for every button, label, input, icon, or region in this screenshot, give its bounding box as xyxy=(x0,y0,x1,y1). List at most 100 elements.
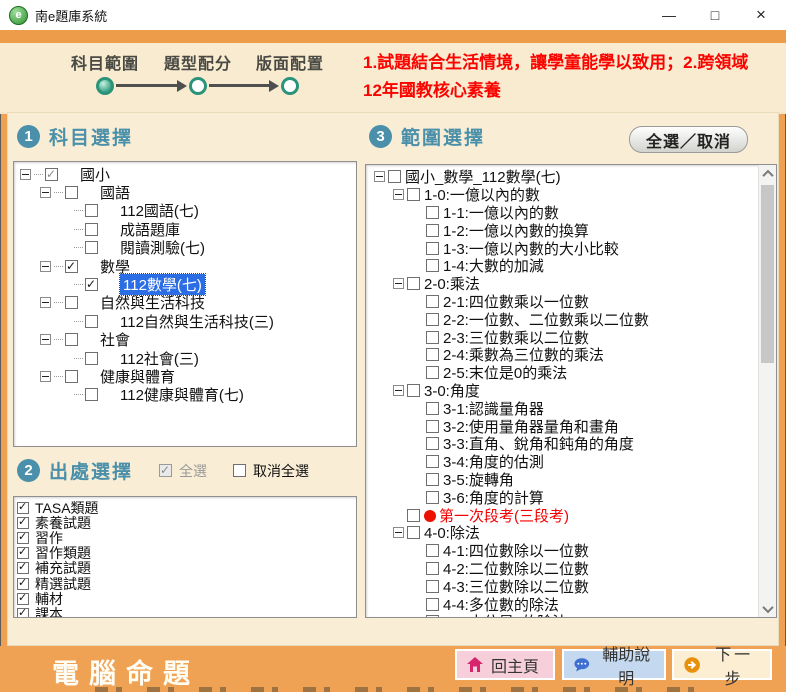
subject-tree-row[interactable]: 國語 xyxy=(14,183,356,201)
expand-toggle-icon[interactable] xyxy=(40,261,51,272)
tree-checkbox[interactable] xyxy=(426,259,439,272)
subject-tree-row[interactable]: 閱讀測驗(七) xyxy=(14,239,356,257)
expand-toggle-icon[interactable] xyxy=(40,371,51,382)
expand-toggle-icon[interactable] xyxy=(393,189,404,200)
expand-toggle-icon[interactable] xyxy=(393,385,404,396)
expand-toggle-icon[interactable] xyxy=(20,169,31,180)
tree-checkbox[interactable] xyxy=(85,315,98,328)
select-all-checkbox-group[interactable]: 全選 xyxy=(159,461,207,481)
expand-toggle-icon[interactable] xyxy=(393,278,404,289)
scrollbar-thumb[interactable] xyxy=(761,185,774,363)
range-tree-row[interactable]: 4-4:多位數的除法 xyxy=(366,595,759,613)
range-tree-row[interactable]: 2-1:四位數乘以一位數 xyxy=(366,293,759,311)
range-tree-row[interactable]: 4-1:四位數除以一位數 xyxy=(366,542,759,560)
deselect-all-checkbox[interactable] xyxy=(233,464,246,477)
range-tree-row[interactable]: 4-3:三位數除以二位數 xyxy=(366,577,759,595)
help-button[interactable]: 輔助說明 xyxy=(562,649,666,680)
range-tree-row[interactable]: 國小_數學_112數學(七) xyxy=(366,168,759,186)
tree-checkbox[interactable] xyxy=(85,278,98,291)
tree-checkbox[interactable] xyxy=(85,223,98,236)
range-tree-row[interactable]: 第一次段考(三段考) xyxy=(366,506,759,524)
tree-checkbox[interactable] xyxy=(426,598,439,611)
range-tree-row[interactable]: 1-1:一億以內的數 xyxy=(366,204,759,222)
range-tree-row[interactable]: 4-5:末位是0的除法 xyxy=(366,613,759,618)
range-tree-row[interactable]: 4-0:除法 xyxy=(366,524,759,542)
tree-checkbox[interactable] xyxy=(426,544,439,557)
tree-checkbox[interactable] xyxy=(426,313,439,326)
tree-checkbox[interactable] xyxy=(426,491,439,504)
select-all-checkbox[interactable] xyxy=(159,464,172,477)
source-checkbox[interactable] xyxy=(17,578,29,590)
source-checkbox[interactable] xyxy=(17,517,29,529)
tree-label[interactable]: 4-5:末位是0的除法 xyxy=(443,611,567,618)
range-tree-row[interactable]: 2-0:乘法 xyxy=(366,275,759,293)
source-checkbox[interactable] xyxy=(17,608,29,618)
tree-checkbox[interactable] xyxy=(426,402,439,415)
subject-tree-row[interactable]: 112數學(七) xyxy=(14,275,356,293)
tree-checkbox[interactable] xyxy=(426,562,439,575)
next-step-button[interactable]: 下一步 xyxy=(672,649,772,680)
tree-checkbox[interactable] xyxy=(85,388,98,401)
tree-checkbox[interactable] xyxy=(65,186,78,199)
deselect-all-checkbox-group[interactable]: 取消全選 xyxy=(233,461,309,481)
source-checkbox[interactable] xyxy=(17,502,29,514)
source-list-item[interactable]: 課本 xyxy=(14,606,356,618)
close-button[interactable]: × xyxy=(738,0,784,30)
subject-tree-row[interactable]: 112社會(三) xyxy=(14,349,356,367)
tree-checkbox[interactable] xyxy=(65,260,78,273)
expand-toggle-icon[interactable] xyxy=(40,187,51,198)
tree-checkbox[interactable] xyxy=(426,420,439,433)
tree-checkbox[interactable] xyxy=(426,242,439,255)
maximize-button[interactable]: □ xyxy=(692,0,738,30)
source-checkbox[interactable] xyxy=(17,547,29,559)
tree-checkbox[interactable] xyxy=(407,188,420,201)
range-tree-row[interactable]: 2-3:三位數乘以二位數 xyxy=(366,328,759,346)
subject-tree-row[interactable]: 社會 xyxy=(14,331,356,349)
subject-tree-row[interactable]: 國小 xyxy=(14,165,356,183)
source-list-item[interactable]: 精選試題 xyxy=(14,576,356,591)
tree-checkbox[interactable] xyxy=(85,204,98,217)
scrollbar-down-icon[interactable] xyxy=(759,600,776,617)
tree-checkbox[interactable] xyxy=(426,348,439,361)
range-tree-row[interactable]: 3-5:旋轉角 xyxy=(366,471,759,489)
range-tree-row[interactable]: 3-3:直角、銳角和鈍角的角度 xyxy=(366,435,759,453)
tree-checkbox[interactable] xyxy=(426,455,439,468)
tree-checkbox[interactable] xyxy=(426,437,439,450)
tree-checkbox[interactable] xyxy=(426,366,439,379)
scrollbar[interactable] xyxy=(758,165,776,617)
range-tree-row[interactable]: 3-0:角度 xyxy=(366,382,759,400)
range-tree-row[interactable]: 1-4:大數的加減 xyxy=(366,257,759,275)
tree-checkbox[interactable] xyxy=(426,224,439,237)
tree-checkbox[interactable] xyxy=(85,241,98,254)
range-tree-row[interactable]: 3-6:角度的計算 xyxy=(366,488,759,506)
range-tree-row[interactable]: 3-2:使用量角器量角和畫角 xyxy=(366,417,759,435)
tree-label[interactable]: 閱讀測驗(七) xyxy=(120,237,205,258)
tree-checkbox[interactable] xyxy=(65,296,78,309)
tree-checkbox[interactable] xyxy=(426,295,439,308)
tree-checkbox[interactable] xyxy=(426,206,439,219)
subject-tree-row[interactable]: 112健康與體育(七) xyxy=(14,386,356,404)
source-checkbox[interactable] xyxy=(17,562,29,574)
select-all-toggle-button[interactable]: 全選／取消 xyxy=(629,126,748,153)
expand-toggle-icon[interactable] xyxy=(40,297,51,308)
range-tree-row[interactable]: 3-1:認識量角器 xyxy=(366,399,759,417)
scrollbar-up-icon[interactable] xyxy=(759,165,776,182)
tree-checkbox[interactable] xyxy=(407,277,420,290)
tree-checkbox[interactable] xyxy=(45,168,58,181)
range-tree-row[interactable]: 2-4:乘數為三位數的乘法 xyxy=(366,346,759,364)
tree-checkbox[interactable] xyxy=(407,526,420,539)
range-tree-row[interactable]: 1-3:一億以內數的大小比較 xyxy=(366,239,759,257)
source-checkbox[interactable] xyxy=(17,593,29,605)
subject-tree-row[interactable]: 112國語(七) xyxy=(14,202,356,220)
tree-checkbox[interactable] xyxy=(407,384,420,397)
range-tree-row[interactable]: 1-0:一億以內的數 xyxy=(366,186,759,204)
tree-checkbox[interactable] xyxy=(388,170,401,183)
tree-checkbox[interactable] xyxy=(65,370,78,383)
subject-tree-row[interactable]: 成語題庫 xyxy=(14,220,356,238)
tree-checkbox[interactable] xyxy=(85,352,98,365)
tree-checkbox[interactable] xyxy=(426,331,439,344)
subject-tree-row[interactable]: 數學 xyxy=(14,257,356,275)
tree-checkbox[interactable] xyxy=(65,333,78,346)
home-button[interactable]: 回主頁 xyxy=(455,649,555,680)
tree-checkbox[interactable] xyxy=(407,509,420,522)
